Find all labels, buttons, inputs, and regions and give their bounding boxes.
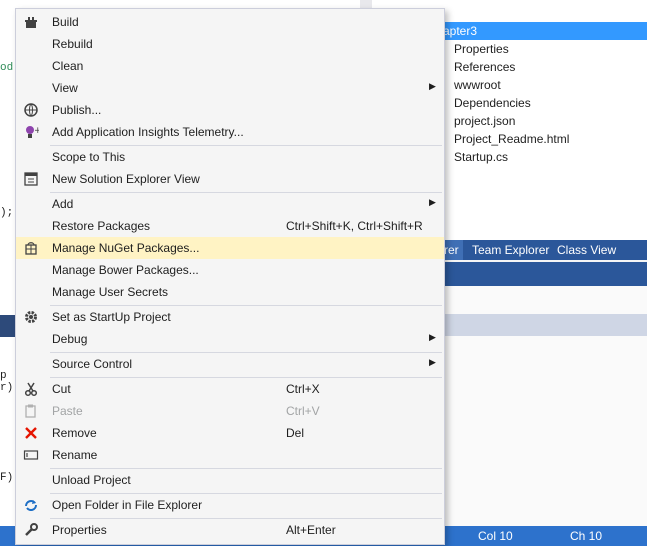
menu-item-label: Manage NuGet Packages... [52, 241, 200, 255]
submenu-arrow-icon: ▶ [429, 81, 436, 91]
menu-item-unload-project[interactable]: Unload Project [16, 469, 444, 491]
menu-item-new-solution-explorer-view[interactable]: New Solution Explorer View [16, 168, 444, 190]
tree-item-startup[interactable]: Startup.cs [454, 150, 508, 164]
menu-item-label: Add Application Insights Telemetry... [52, 125, 244, 139]
menu-item-shortcut: Alt+Enter [286, 523, 336, 537]
menu-item-view[interactable]: View ▶ [16, 77, 444, 99]
menu-item-scope-to-this[interactable]: Scope to This [16, 146, 444, 168]
selected-project-label: apter3 [443, 24, 478, 38]
menu-item-remove[interactable]: Remove Del [16, 422, 444, 444]
tree-item-readme[interactable]: Project_Readme.html [454, 132, 569, 146]
menu-item-label: Rename [52, 448, 98, 462]
nuget-icon [23, 240, 39, 256]
menu-item-shortcut: Ctrl+Shift+K, Ctrl+Shift+R [286, 219, 423, 233]
code-fragment: ); [0, 207, 14, 219]
menu-item-build[interactable]: Build [16, 11, 444, 33]
code-fragment: p [0, 370, 7, 382]
tree-item-wwwroot[interactable]: wwwroot [454, 78, 501, 92]
menu-item-clean[interactable]: Clean [16, 55, 444, 77]
menu-item-manage-nuget[interactable]: Manage NuGet Packages... [16, 237, 444, 259]
insights-icon: + [23, 124, 42, 140]
menu-item-source-control[interactable]: Source Control ▶ [16, 353, 444, 375]
build-icon [23, 14, 39, 30]
wrench-icon [23, 522, 39, 538]
menu-item-properties[interactable]: Properties Alt+Enter [16, 519, 444, 541]
menu-item-rename[interactable]: Rename [16, 444, 444, 466]
menu-item-label: Set as StartUp Project [52, 310, 171, 324]
menu-item-label: New Solution Explorer View [52, 172, 200, 186]
menu-item-label: Debug [52, 332, 88, 346]
paste-icon [23, 403, 39, 419]
tree-item-properties[interactable]: Properties [454, 42, 509, 56]
menu-item-label: Add [52, 197, 74, 211]
menu-item-paste[interactable]: Paste Ctrl+V [16, 400, 444, 422]
status-char: Ch 10 [570, 529, 603, 543]
solution-explorer-selected-project[interactable]: apter3 [440, 22, 647, 40]
new-view-icon [23, 171, 39, 187]
menu-item-open-folder[interactable]: Open Folder in File Explorer [16, 494, 444, 516]
menu-item-label: Properties [52, 523, 107, 537]
tab-team-explorer[interactable]: Team Explorer [468, 240, 553, 260]
code-fragment: r) [0, 382, 14, 394]
menu-item-label: Cut [52, 382, 71, 396]
menu-item-label: Open Folder in File Explorer [52, 498, 203, 512]
menu-item-publish[interactable]: Publish... [16, 99, 444, 121]
menu-item-shortcut: Del [286, 426, 305, 440]
menu-item-label: Restore Packages [52, 219, 151, 233]
menu-item-label: Unload Project [52, 473, 131, 487]
tab-class-view[interactable]: Class View [553, 240, 620, 260]
gear-icon [23, 309, 39, 325]
menu-item-shortcut: Ctrl+V [286, 404, 320, 418]
code-fragment: F) [0, 472, 14, 484]
menu-item-manage-user-secrets[interactable]: Manage User Secrets [16, 281, 444, 303]
menu-item-label: Clean [52, 59, 84, 73]
menu-item-manage-bower[interactable]: Manage Bower Packages... [16, 259, 444, 281]
menu-item-label: Rebuild [52, 37, 93, 51]
cut-icon [23, 381, 39, 397]
submenu-arrow-icon: ▶ [429, 332, 436, 342]
remove-icon [23, 425, 39, 441]
open-folder-icon [23, 497, 39, 513]
menu-item-label: Remove [52, 426, 97, 440]
submenu-arrow-icon: ▶ [429, 357, 436, 367]
menu-item-add[interactable]: Add ▶ [16, 193, 444, 215]
menu-item-debug[interactable]: Debug ▶ [16, 328, 444, 350]
status-column: Col 10 [478, 529, 513, 543]
rename-icon [23, 447, 39, 463]
tree-item-dependencies[interactable]: Dependencies [454, 96, 531, 110]
menu-item-label: Paste [52, 404, 83, 418]
menu-item-restore-packages[interactable]: Restore Packages Ctrl+Shift+K, Ctrl+Shif… [16, 215, 444, 237]
menu-item-shortcut: Ctrl+X [286, 382, 320, 396]
submenu-arrow-icon: ▶ [429, 197, 436, 207]
code-fragment: od [0, 62, 14, 74]
svg-text:+: + [34, 126, 39, 136]
tree-item-project-json[interactable]: project.json [454, 114, 515, 128]
menu-item-add-insights[interactable]: + Add Application Insights Telemetry... [16, 121, 444, 143]
menu-item-label: Scope to This [52, 150, 126, 164]
menu-item-label: Manage User Secrets [52, 285, 169, 299]
publish-icon [23, 102, 39, 118]
menu-item-label: Manage Bower Packages... [52, 263, 199, 277]
menu-item-rebuild[interactable]: Rebuild [16, 33, 444, 55]
menu-item-label: View [52, 81, 78, 95]
tree-item-references[interactable]: References [454, 60, 515, 74]
menu-item-label: Build [52, 15, 79, 29]
menu-item-set-startup[interactable]: Set as StartUp Project [16, 306, 444, 328]
menu-item-label: Source Control [52, 357, 133, 371]
menu-item-cut[interactable]: Cut Ctrl+X [16, 378, 444, 400]
menu-item-label: Publish... [52, 103, 102, 117]
